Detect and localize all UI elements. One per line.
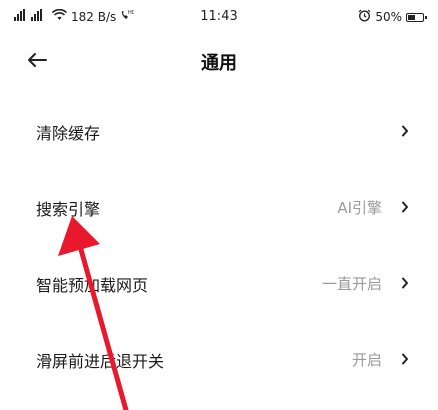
settings-list: 清除缓存 搜索引擎 AI引擎 智能预加载网页 一直开启 滑屏前进后退开关 开启 [0,96,438,400]
setting-label: 滑屏前进后退开关 [36,352,165,371]
setting-smart-preload[interactable]: 智能预加载网页 一直开启 [0,248,438,324]
battery-level [408,14,415,20]
status-bar-right: 50% [358,9,427,25]
battery-icon [406,12,427,22]
title-bar: 通用 [0,38,438,82]
setting-clear-cache[interactable]: 清除缓存 [0,96,438,172]
chevron-right-icon [398,274,412,292]
chevron-right-icon [398,198,412,216]
chevron-right-icon [398,350,412,368]
alarm-icon [358,9,371,25]
setting-search-engine[interactable]: 搜索引擎 AI引擎 [0,172,438,248]
setting-label: 清除缓存 [36,124,101,143]
setting-label: 智能预加载网页 [36,276,149,295]
setting-value: 一直开启 [321,275,382,293]
chevron-right-icon [398,122,412,140]
setting-label: 搜索引擎 [36,200,101,219]
page-title: 通用 [201,53,237,74]
status-bar: 182 B/s HD 11:43 50% [0,0,438,34]
setting-value: AI引擎 [337,199,382,217]
setting-swipe-navigation[interactable]: 滑屏前进后退开关 开启 [0,324,438,400]
battery-percent: 50% [375,10,402,24]
setting-value: 开启 [351,351,382,369]
